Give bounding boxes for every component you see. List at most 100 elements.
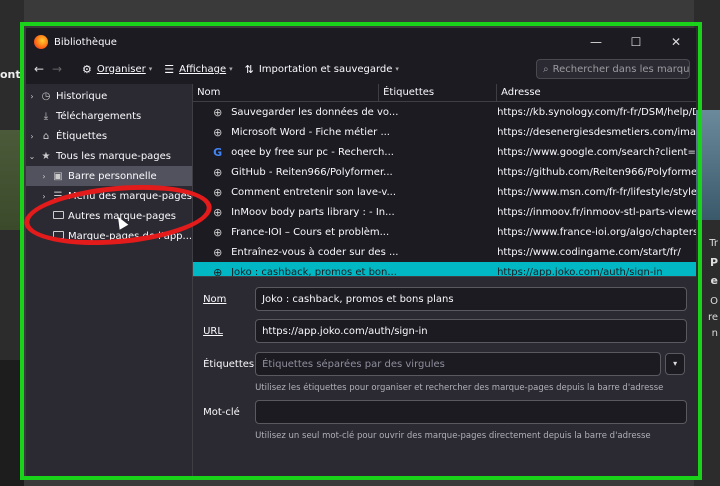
sidebar-item-label: Étiquettes xyxy=(56,130,108,142)
bookmark-name: Comment entretenir son lave-v... xyxy=(231,186,397,198)
toolbar: ← → ⚙ Organiser ▾ ☰ Affichage ▾ ⇅ Import… xyxy=(26,56,696,82)
table-row[interactable]: ⊕ France-IOI – Cours et problèm... https:… xyxy=(193,222,696,242)
bookmark-name: Sauvegarder les données de vo... xyxy=(231,106,399,118)
import-export-icon: ⇅ xyxy=(244,62,254,76)
bookmark-rows: ⊕ Sauvegarder les données de vo... https:… xyxy=(193,102,696,282)
tags-label: Étiquettes xyxy=(203,358,255,370)
bookmark-url: https://www.france-ioi.org/algo/chapters… xyxy=(497,226,696,238)
name-input[interactable]: Joko : cashback, promos et bons plans xyxy=(255,287,688,311)
column-tags[interactable]: Étiquettes xyxy=(379,84,498,101)
bookmark-url: https://www.google.com/search?client=fir… xyxy=(497,146,696,158)
table-row[interactable]: ⊕ Entraînez-vous à coder sur des ... http… xyxy=(193,242,696,262)
back-arrow-icon[interactable]: ← xyxy=(34,62,52,76)
sidebar-item-history[interactable]: › ◷ Historique xyxy=(26,86,192,106)
background-text-right: e xyxy=(710,274,718,287)
chevron-down-icon: ▾ xyxy=(148,65,153,73)
chevron-down-icon[interactable]: ▾ xyxy=(665,353,686,375)
bookmark-name: GitHub - Reiten966/Polyformer... xyxy=(231,166,393,178)
chevron-down-icon: ▾ xyxy=(395,65,399,73)
column-url[interactable]: Adresse xyxy=(497,84,696,101)
search-icon: ⌕ xyxy=(543,63,549,75)
star-icon: ★ xyxy=(41,150,51,162)
chevron-right-icon[interactable]: › xyxy=(26,132,38,141)
table-row[interactable]: Goqee by free sur pc - Recherch... https… xyxy=(193,142,696,162)
bookmark-url: https://github.com/Reiten966/Polyformer xyxy=(497,166,696,178)
chevron-right-icon[interactable]: › xyxy=(38,192,50,201)
download-icon: ⤓ xyxy=(43,110,49,122)
table-row[interactable]: ⊕ Microsoft Word - Fiche métier ... https… xyxy=(193,122,696,142)
maximize-button[interactable]: ☐ xyxy=(616,35,656,49)
keyword-input[interactable] xyxy=(255,400,688,424)
tags-field-row: Étiquettes Étiquettes séparées par des v… xyxy=(203,352,662,376)
search-input[interactable]: ⌕ Rechercher dans les marque-pages xyxy=(536,59,690,79)
url-field-row: URL https://app.joko.com/auth/sign-in xyxy=(203,319,688,343)
bookmark-url: https://www.msn.com/fr-fr/lifestyle/styl… xyxy=(497,186,696,198)
sidebar-item-label: Tous les marque-pages xyxy=(56,150,172,162)
table-row[interactable]: ⊕ Sauvegarder les données de vo... https:… xyxy=(193,102,696,122)
globe-icon: ⊕ xyxy=(213,105,223,119)
name-field-row: Nom Joko : cashback, promos et bons plan… xyxy=(203,287,688,311)
tags-help-text: Utilisez les étiquettes pour organiser e… xyxy=(255,383,664,393)
globe-icon: ⊕ xyxy=(213,225,223,239)
gear-icon: ⚙ xyxy=(82,62,92,76)
chevron-right-icon[interactable]: › xyxy=(26,92,38,101)
organize-button[interactable]: ⚙ Organiser ▾ xyxy=(82,63,152,76)
globe-icon: ⊕ xyxy=(213,205,223,219)
bookmark-details-panel: Nom Joko : cashback, promos et bons plan… xyxy=(193,276,696,476)
sidebar-item-tags[interactable]: › ⌂ Étiquettes xyxy=(26,126,192,146)
search-placeholder: Rechercher dans les marque-pages xyxy=(552,63,690,75)
table-row[interactable]: ⊕ InMoov body parts library : - In... htt… xyxy=(193,202,696,222)
firefox-icon xyxy=(34,35,48,49)
view-label: Affichage xyxy=(179,63,227,75)
import-backup-button[interactable]: ⇅ Importation et sauvegarde ▾ xyxy=(245,63,399,76)
list-icon: ☰ xyxy=(164,62,175,76)
sidebar-item-label: Historique xyxy=(56,90,108,102)
bookmark-name: InMoov body parts library : - In... xyxy=(231,206,395,218)
google-icon: G xyxy=(213,145,223,159)
bookmark-url: https://www.codingame.com/start/fr/ xyxy=(497,246,681,258)
bookmark-name: Entraînez-vous à coder sur des ... xyxy=(231,246,399,258)
bookmark-name: France-IOI – Cours et problèm... xyxy=(231,226,390,238)
sidebar-tree: › ◷ Historique ⤓ Téléchargements › ⌂ Éti… xyxy=(26,84,194,476)
keyword-label: Mot-clé xyxy=(203,406,240,418)
column-name[interactable]: Nom xyxy=(193,84,380,101)
background-text-right: P xyxy=(709,256,718,269)
forward-arrow-icon[interactable]: → xyxy=(52,62,70,76)
clock-icon: ◷ xyxy=(41,90,51,102)
globe-icon: ⊕ xyxy=(213,125,223,139)
background-text-right: Tr xyxy=(709,238,718,249)
import-backup-label: Importation et sauvegarde xyxy=(258,63,393,75)
toolbar-folder-icon: ▣ xyxy=(53,170,63,182)
bookmark-url: https://desenergiesdesmetiers.com/image xyxy=(497,126,696,138)
background-text-right: O xyxy=(710,296,718,307)
sidebar-item-downloads[interactable]: ⤓ Téléchargements xyxy=(26,106,192,126)
organize-label: Organiser xyxy=(96,63,146,75)
sidebar-item-all-bookmarks[interactable]: ⌄ ★ Tous les marque-pages xyxy=(26,146,192,166)
minimize-button[interactable]: — xyxy=(576,35,616,49)
view-button[interactable]: ☰ Affichage ▾ xyxy=(164,63,232,76)
table-row[interactable]: ⊕ GitHub - Reiten966/Polyformer... https:… xyxy=(193,162,696,182)
url-label: URL xyxy=(203,325,223,337)
bookmark-url: https://inmoov.fr/inmoov-stl-parts-viewe… xyxy=(497,206,696,218)
globe-icon: ⊕ xyxy=(213,185,223,199)
window-title: Bibliothèque xyxy=(54,36,117,48)
background-text-right: n xyxy=(711,328,718,339)
bookmark-name: oqee by free sur pc - Recherch... xyxy=(231,146,394,158)
tags-input[interactable]: Étiquettes séparées par des virgules xyxy=(255,352,662,376)
window-controls: — ☐ ✕ xyxy=(576,35,696,49)
url-input[interactable]: https://app.joko.com/auth/sign-in xyxy=(255,319,688,343)
sidebar-item-toolbar[interactable]: › ▣ Barre personnelle xyxy=(26,166,193,186)
globe-icon: ⊕ xyxy=(213,245,223,259)
tag-icon: ⌂ xyxy=(42,130,50,142)
close-button[interactable]: ✕ xyxy=(656,35,696,49)
column-header: Nom Étiquettes Adresse xyxy=(193,84,696,102)
chevron-down-icon: ▾ xyxy=(229,65,233,73)
chevron-down-icon[interactable]: ⌄ xyxy=(26,152,38,161)
keyword-help-text: Utilisez un seul mot-clé pour ouvrir des… xyxy=(255,431,651,441)
chevron-right-icon[interactable]: › xyxy=(38,172,50,181)
bookmark-url: https://kb.synology.com/fr-fr/DSM/help/D xyxy=(497,106,696,118)
table-row[interactable]: ⊕ Comment entretenir son lave-v... https:… xyxy=(193,182,696,202)
background-text-right: re xyxy=(707,312,718,323)
keyword-field-row: Mot-clé xyxy=(203,400,688,424)
title-bar: Bibliothèque — ☐ ✕ xyxy=(26,28,696,56)
